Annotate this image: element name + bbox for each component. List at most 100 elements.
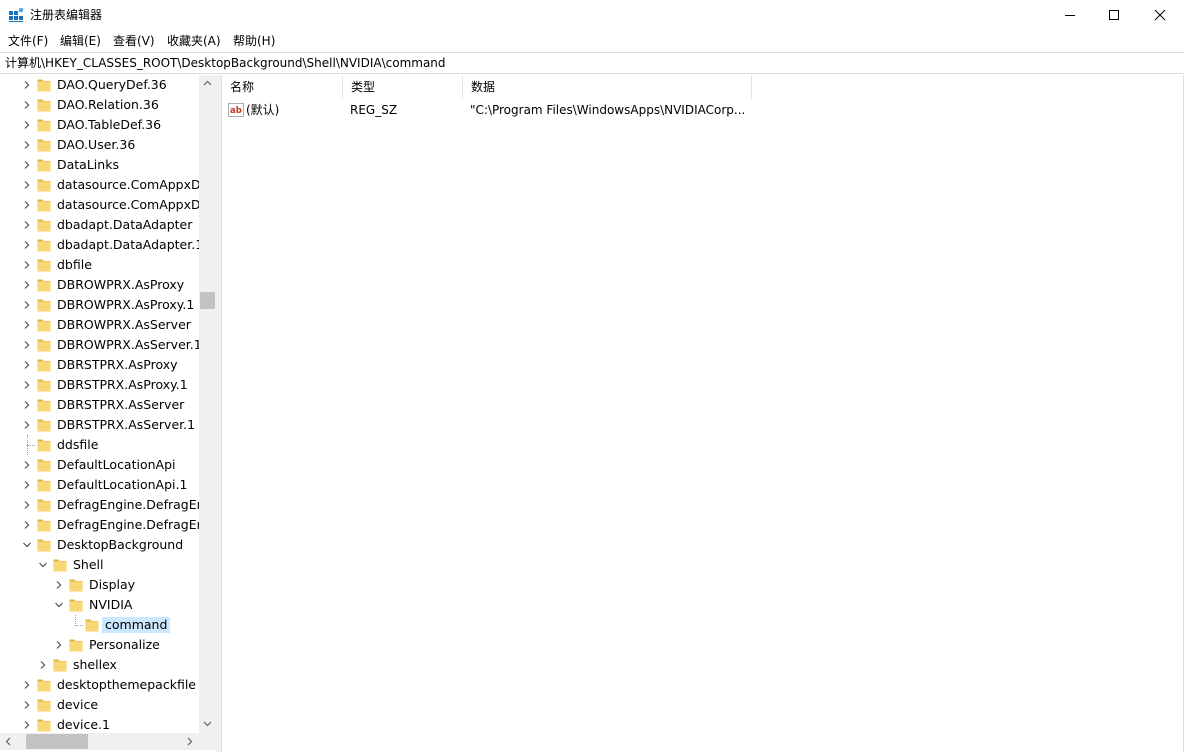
scroll-right-icon[interactable]: [185, 737, 194, 746]
chevron-down-icon[interactable]: [22, 540, 32, 550]
chevron-right-icon[interactable]: [22, 460, 32, 470]
tree-horizontal-scroll-thumb[interactable]: [26, 734, 88, 749]
address-path[interactable]: 计算机\HKEY_CLASSES_ROOT\DesktopBackground\…: [5, 56, 446, 71]
tree-item[interactable]: dbfile: [0, 255, 199, 275]
tree-item[interactable]: DBRSTPRX.AsProxy: [0, 355, 199, 375]
chevron-right-icon[interactable]: [38, 660, 48, 670]
tree-item[interactable]: DBROWPRX.AsProxy.1: [0, 295, 199, 315]
folder-icon: [53, 559, 67, 572]
tree-item[interactable]: NVIDIA: [0, 595, 199, 615]
tree-item[interactable]: device.1: [0, 715, 199, 733]
tree-item[interactable]: desktopthemepackfile: [0, 675, 199, 695]
tree-item[interactable]: datasource.ComAppxDa: [0, 195, 199, 215]
tree-item[interactable]: DBROWPRX.AsServer: [0, 315, 199, 335]
folder-icon: [37, 719, 51, 732]
tree-item[interactable]: datasource.ComAppxDa: [0, 175, 199, 195]
tree-item[interactable]: dbadapt.DataAdapter: [0, 215, 199, 235]
chevron-right-icon[interactable]: [22, 260, 32, 270]
address-bar[interactable]: 计算机\HKEY_CLASSES_ROOT\DesktopBackground\…: [0, 52, 1184, 74]
scroll-left-icon[interactable]: [4, 737, 13, 746]
chevron-right-icon[interactable]: [22, 140, 32, 150]
maximize-button[interactable]: [1091, 0, 1137, 31]
tree-item[interactable]: shellex: [0, 655, 199, 675]
scrollbar-corner: [199, 733, 216, 750]
list-item[interactable]: ab (默认) REG_SZ "C:\Program Files\Windows…: [222, 100, 1184, 120]
regedit-icon: [9, 8, 24, 22]
menu-view[interactable]: 查看(V): [113, 33, 155, 49]
chevron-right-icon[interactable]: [22, 340, 32, 350]
tree-item[interactable]: ddsfile: [0, 435, 199, 455]
tree-item-label: command: [102, 617, 171, 633]
tree-item[interactable]: DAO.User.36: [0, 135, 199, 155]
tree-item-selected[interactable]: command: [0, 615, 199, 635]
tree-item[interactable]: DBRSTPRX.AsServer: [0, 395, 199, 415]
tree-item[interactable]: DataLinks: [0, 155, 199, 175]
chevron-right-icon[interactable]: [22, 700, 32, 710]
chevron-right-icon[interactable]: [22, 360, 32, 370]
chevron-right-icon[interactable]: [22, 400, 32, 410]
column-header-name[interactable]: 名称: [222, 75, 343, 99]
tree-item[interactable]: DAO.Relation.36: [0, 95, 199, 115]
tree-item[interactable]: DAO.TableDef.36: [0, 115, 199, 135]
chevron-right-icon[interactable]: [22, 520, 32, 530]
folder-icon: [37, 419, 51, 432]
tree-item[interactable]: DesktopBackground: [0, 535, 199, 555]
minimize-icon: [1065, 15, 1075, 16]
close-button[interactable]: [1137, 0, 1183, 31]
chevron-right-icon[interactable]: [54, 640, 64, 650]
tree-item[interactable]: DBRSTPRX.AsServer.1: [0, 415, 199, 435]
column-header-name-label: 名称: [230, 80, 255, 94]
tree-item[interactable]: DefaultLocationApi.1: [0, 475, 199, 495]
chevron-right-icon[interactable]: [22, 720, 32, 730]
tree-item-label: DAO.TableDef.36: [57, 117, 162, 132]
tree-vertical-scrollbar[interactable]: [199, 75, 216, 733]
chevron-right-icon[interactable]: [22, 200, 32, 210]
chevron-right-icon[interactable]: [22, 280, 32, 290]
tree-item[interactable]: DefragEngine.DefragEng: [0, 515, 199, 535]
chevron-right-icon[interactable]: [22, 160, 32, 170]
chevron-right-icon[interactable]: [22, 420, 32, 430]
chevron-right-icon[interactable]: [22, 240, 32, 250]
chevron-right-icon[interactable]: [54, 580, 64, 590]
tree-item[interactable]: DBRSTPRX.AsProxy.1: [0, 375, 199, 395]
chevron-down-icon[interactable]: [38, 560, 48, 570]
chevron-right-icon[interactable]: [22, 180, 32, 190]
chevron-right-icon[interactable]: [22, 380, 32, 390]
column-header-data-label: 数据: [471, 80, 496, 94]
chevron-down-icon[interactable]: [54, 600, 64, 610]
folder-icon: [37, 539, 51, 552]
chevron-right-icon[interactable]: [22, 120, 32, 130]
tree-item[interactable]: DAO.QueryDef.36: [0, 75, 199, 95]
menu-file[interactable]: 文件(F): [8, 33, 48, 49]
tree-item[interactable]: Personalize: [0, 635, 199, 655]
menu-edit[interactable]: 编辑(E): [60, 33, 101, 49]
chevron-right-icon[interactable]: [22, 320, 32, 330]
tree-item[interactable]: Shell: [0, 555, 199, 575]
menu-help[interactable]: 帮助(H): [233, 33, 275, 49]
chevron-right-icon[interactable]: [22, 80, 32, 90]
tree-item[interactable]: DefragEngine.DefragEng: [0, 495, 199, 515]
tree-item-label: DBRSTPRX.AsProxy.1: [57, 377, 188, 392]
value-data: "C:\Program Files\WindowsApps\NVIDIACorp…: [470, 103, 746, 117]
chevron-right-icon[interactable]: [22, 300, 32, 310]
window-title: 注册表编辑器: [30, 8, 103, 22]
column-header-data[interactable]: 数据: [463, 75, 752, 99]
menu-favorites[interactable]: 收藏夹(A): [167, 33, 221, 49]
chevron-right-icon[interactable]: [22, 100, 32, 110]
chevron-right-icon[interactable]: [22, 500, 32, 510]
tree-item[interactable]: dbadapt.DataAdapter.1: [0, 235, 199, 255]
scroll-down-icon[interactable]: [203, 719, 212, 728]
column-header-type[interactable]: 类型: [343, 75, 463, 99]
chevron-right-icon[interactable]: [22, 680, 32, 690]
tree-item[interactable]: Display: [0, 575, 199, 595]
chevron-right-icon[interactable]: [22, 220, 32, 230]
tree-item[interactable]: DBROWPRX.AsServer.1: [0, 335, 199, 355]
tree-item[interactable]: device: [0, 695, 199, 715]
tree-horizontal-scrollbar[interactable]: [0, 733, 199, 750]
chevron-right-icon[interactable]: [22, 480, 32, 490]
tree-vertical-scroll-thumb[interactable]: [200, 292, 215, 309]
scroll-up-icon[interactable]: [203, 79, 212, 88]
minimize-button[interactable]: [1047, 0, 1093, 31]
tree-item[interactable]: DBROWPRX.AsProxy: [0, 275, 199, 295]
tree-item[interactable]: DefaultLocationApi: [0, 455, 199, 475]
